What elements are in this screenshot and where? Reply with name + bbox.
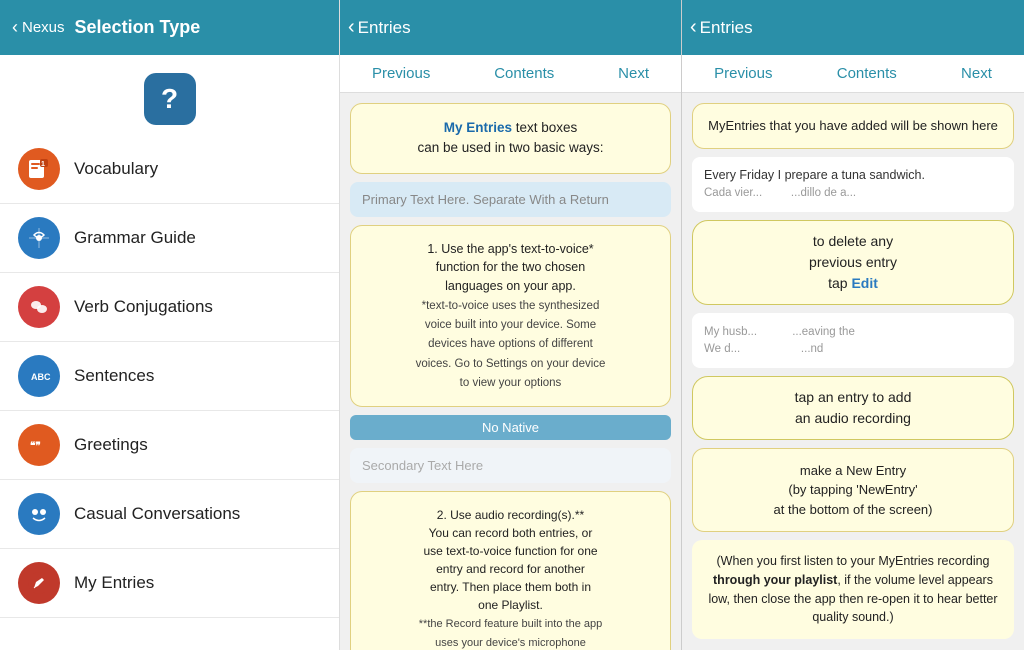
back-button-mid[interactable]: ‹ Entries: [348, 16, 411, 39]
playlist-bold: through your playlist: [713, 573, 837, 587]
sentences-label: Sentences: [74, 366, 154, 386]
mid-next-btn[interactable]: Next: [608, 63, 659, 84]
mid-card-body: 1. Use the app's text-to-voice* function…: [350, 225, 671, 408]
mid-previous-btn[interactable]: Previous: [362, 63, 440, 84]
chevron-left-right-icon: ‹: [690, 16, 697, 39]
mid-content: My Entries text boxescan be used in two …: [340, 93, 681, 650]
vocabulary-label: Vocabulary: [74, 159, 158, 179]
greetings-icon: ❝❞: [18, 424, 60, 466]
verb-icon: [18, 286, 60, 328]
mid-card-1: My Entries text boxescan be used in two …: [350, 103, 671, 174]
grammar-label: Grammar Guide: [74, 228, 196, 248]
primary-text-input[interactable]: Primary Text Here. Separate With a Retur…: [350, 182, 671, 217]
question-icon-wrap: ?: [0, 73, 339, 125]
greetings-label: Greetings: [74, 435, 148, 455]
casual-icon: [18, 493, 60, 535]
right-header: ‹ Entries: [682, 0, 1024, 55]
mid-contents-btn[interactable]: Contents: [484, 63, 564, 84]
chevron-left-icon: ‹: [12, 17, 18, 38]
playlist-note: (When you first listen to your MyEntries…: [692, 540, 1014, 639]
mid-panel: ‹ Entries Previous Contents Next My Entr…: [340, 0, 682, 650]
nav-item-vocabulary[interactable]: 1 Vocabulary: [0, 135, 339, 204]
right-content: MyEntries that you have added will be sh…: [682, 93, 1024, 650]
mid-card-2: 2. Use audio recording(s).** You can rec…: [350, 491, 671, 650]
myentries-label: My Entries: [74, 573, 154, 593]
back-button-right[interactable]: ‹ Entries: [690, 16, 753, 39]
right-contents-btn[interactable]: Contents: [827, 63, 907, 84]
nav-item-myentries[interactable]: My Entries: [0, 549, 339, 618]
entry-1[interactable]: Every Friday I prepare a tuna sandwich. …: [692, 157, 1014, 212]
sentences-icon: ABC: [18, 355, 60, 397]
back-label-right: Entries: [700, 18, 753, 38]
back-label-left: Nexus: [22, 19, 65, 36]
chevron-left-mid-icon: ‹: [348, 16, 355, 39]
back-label-mid: Entries: [358, 18, 411, 38]
question-icon: ?: [144, 73, 196, 125]
right-panel: ‹ Entries Previous Contents Next MyEntri…: [682, 0, 1024, 650]
new-entry-note: make a New Entry(by tapping 'NewEntry'at…: [692, 448, 1014, 533]
mid-nav: Previous Contents Next: [340, 55, 681, 93]
tooltip-delete: to delete anyprevious entrytap Edit: [692, 220, 1014, 305]
my-entries-highlight: My Entries: [444, 120, 512, 135]
right-header-note: MyEntries that you have added will be sh…: [692, 103, 1014, 149]
nav-item-casual[interactable]: Casual Conversations: [0, 480, 339, 549]
nav-item-sentences[interactable]: ABC Sentences: [0, 342, 339, 411]
nav-list: 1 Vocabulary Grammar Guide Verb Conjugat…: [0, 135, 339, 650]
vocabulary-icon: 1: [18, 148, 60, 190]
left-panel-title: Selection Type: [75, 17, 201, 38]
header-note-text: MyEntries that you have added will be sh…: [708, 118, 998, 133]
svg-text:1: 1: [41, 161, 45, 168]
right-next-btn[interactable]: Next: [951, 63, 1002, 84]
nav-item-greetings[interactable]: ❝❞ Greetings: [0, 411, 339, 480]
tooltip-audio: tap an entry to addan audio recording: [692, 376, 1014, 440]
entry-2[interactable]: My husb... ...eaving the We d... ...nd: [692, 313, 1014, 368]
nav-item-verb[interactable]: Verb Conjugations: [0, 273, 339, 342]
back-button-left[interactable]: ‹ Nexus: [12, 17, 65, 38]
edit-link[interactable]: Edit: [851, 275, 877, 291]
right-nav: Previous Contents Next: [682, 55, 1024, 93]
no-native-bar: No Native: [350, 415, 671, 440]
secondary-text-input[interactable]: Secondary Text Here: [350, 448, 671, 483]
mid-header: ‹ Entries: [340, 0, 681, 55]
grammar-icon: [18, 217, 60, 259]
left-panel: ‹ Nexus Selection Type ? 1 Vocabulary Gr…: [0, 0, 340, 650]
right-previous-btn[interactable]: Previous: [704, 63, 782, 84]
svg-text:ABC: ABC: [31, 372, 51, 382]
myentries-icon: [18, 562, 60, 604]
svg-text:❝❞: ❝❞: [30, 441, 41, 452]
nav-item-grammar[interactable]: Grammar Guide: [0, 204, 339, 273]
casual-label: Casual Conversations: [74, 504, 240, 524]
verb-label: Verb Conjugations: [74, 297, 213, 317]
left-header: ‹ Nexus Selection Type: [0, 0, 339, 55]
